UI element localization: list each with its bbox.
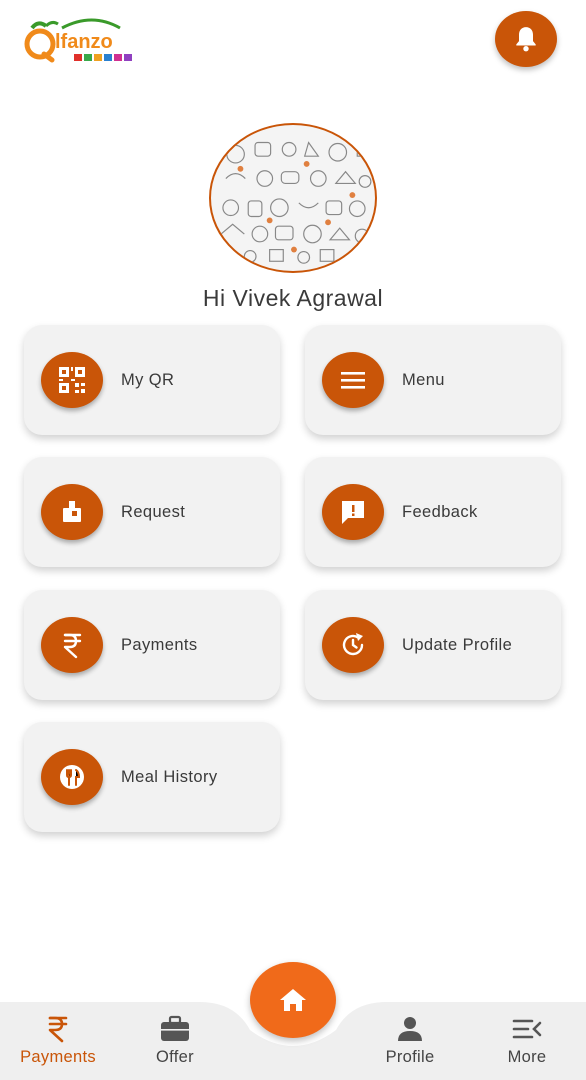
more-menu-icon	[512, 1014, 542, 1044]
tile-label: Update Profile	[402, 635, 513, 654]
home-button[interactable]	[250, 962, 336, 1038]
tile-label: My QR	[121, 370, 175, 389]
tile-feedback[interactable]: Feedback	[305, 457, 561, 567]
tile-update-profile[interactable]: Update Profile	[305, 590, 561, 700]
profile-avatar[interactable]	[209, 123, 377, 273]
tile-label: Feedback	[402, 502, 478, 521]
nav-label: Payments	[20, 1048, 96, 1066]
home-icon	[280, 989, 306, 1011]
tile-request[interactable]: Request	[24, 457, 280, 567]
tile-payments[interactable]: Payments	[24, 590, 280, 700]
greeting-text: Hi Vivek Agrawal	[202, 285, 384, 311]
cutlery-icon	[41, 749, 103, 805]
qr-code-icon	[41, 352, 103, 408]
food-doodle-pattern	[220, 141, 372, 264]
tile-label: Menu	[402, 370, 445, 389]
briefcase-icon	[159, 1014, 191, 1044]
nav-label: Offer	[156, 1048, 194, 1066]
tile-label: Payments	[121, 635, 198, 654]
logo-text: lfanzo	[55, 31, 113, 53]
tile-label: Request	[121, 502, 186, 521]
tile-label: Meal History	[121, 767, 218, 786]
nav-label: More	[507, 1048, 547, 1066]
person-icon	[396, 1014, 424, 1044]
notifications-button[interactable]	[495, 11, 557, 67]
nav-label: Profile	[385, 1048, 435, 1066]
nav-payments[interactable]: Payments	[8, 1002, 108, 1080]
nav-more[interactable]: More	[477, 1002, 577, 1080]
tile-my-qr[interactable]: My QR	[24, 325, 280, 435]
rupee-icon	[41, 617, 103, 673]
bell-icon	[516, 27, 536, 52]
app-logo: lfanzo	[22, 14, 140, 70]
nav-offer[interactable]: Offer	[125, 1002, 225, 1080]
feedback-icon	[322, 484, 384, 540]
tile-meal-history[interactable]: Meal History	[24, 722, 280, 832]
nav-profile[interactable]: Profile	[360, 1002, 460, 1080]
refresh-clock-icon	[322, 617, 384, 673]
tile-menu[interactable]: Menu	[305, 325, 561, 435]
request-icon	[41, 484, 103, 540]
rupee-icon	[47, 1014, 69, 1044]
menu-lines-icon	[322, 352, 384, 408]
